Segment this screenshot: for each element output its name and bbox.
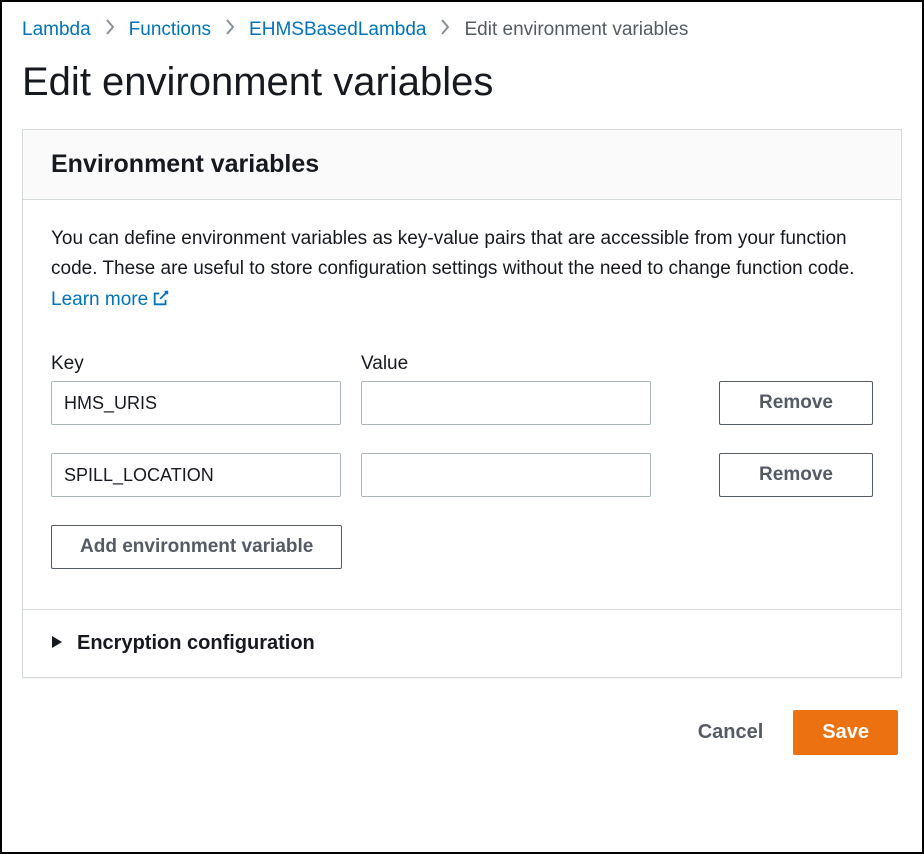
env-variable-row: Remove (51, 381, 873, 425)
breadcrumb-link-function-name[interactable]: EHMSBasedLambda (249, 19, 426, 41)
chevron-right-icon (225, 18, 235, 42)
breadcrumb: Lambda Functions EHMSBasedLambda Edit en… (22, 18, 902, 42)
page-title: Edit environment variables (22, 60, 902, 105)
env-variables-grid: Key Value Remove Remove Add environment … (51, 353, 873, 609)
panel-header: Environment variables (23, 130, 901, 200)
breadcrumb-link-lambda[interactable]: Lambda (22, 19, 91, 41)
env-key-input[interactable] (51, 381, 341, 425)
encryption-configuration-expander[interactable]: Encryption configuration (23, 609, 901, 677)
panel-description-text: You can define environment variables as … (51, 228, 854, 279)
learn-more-label: Learn more (51, 289, 148, 310)
learn-more-link[interactable]: Learn more (51, 289, 170, 310)
triangle-right-icon (51, 632, 63, 655)
remove-button[interactable]: Remove (719, 453, 873, 497)
remove-button[interactable]: Remove (719, 381, 873, 425)
panel-body: You can define environment variables as … (23, 200, 901, 609)
panel-description: You can define environment variables as … (51, 224, 873, 317)
add-environment-variable-button[interactable]: Add environment variable (51, 525, 342, 569)
panel-heading: Environment variables (51, 150, 873, 179)
breadcrumb-link-functions[interactable]: Functions (129, 19, 211, 41)
chevron-right-icon (105, 18, 115, 42)
cancel-button[interactable]: Cancel (686, 713, 776, 752)
footer-actions: Cancel Save (22, 698, 902, 755)
env-value-input[interactable] (361, 453, 651, 497)
env-key-input[interactable] (51, 453, 341, 497)
breadcrumb-current: Edit environment variables (464, 19, 688, 41)
encryption-heading: Encryption configuration (77, 632, 315, 655)
external-link-icon (152, 287, 170, 317)
chevron-right-icon (440, 18, 450, 42)
env-column-labels: Key Value (51, 353, 873, 375)
save-button[interactable]: Save (793, 710, 898, 755)
env-variable-row: Remove (51, 453, 873, 497)
env-value-input[interactable] (361, 381, 651, 425)
key-column-label: Key (51, 353, 341, 375)
value-column-label: Value (361, 353, 651, 375)
env-variables-panel: Environment variables You can define env… (22, 129, 902, 678)
